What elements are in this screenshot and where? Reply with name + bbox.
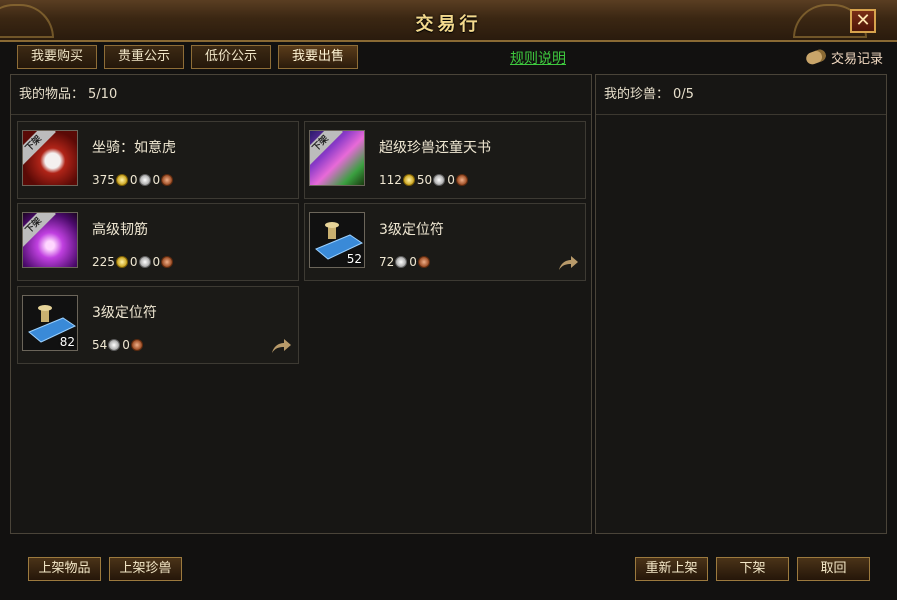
item-slot-locator-talisman[interactable]: 82 3级定位符 54 0 (17, 286, 299, 364)
items-count: 5/10 (88, 87, 118, 102)
gold-coin-icon (115, 174, 128, 186)
item-slot-locator-talisman[interactable]: 52 3级定位符 72 0 (304, 203, 586, 281)
item-price: 72 0 (379, 255, 432, 269)
pets-count: 0/5 (673, 87, 694, 102)
pets-label: 我的珍兽： (604, 87, 670, 102)
silver-coin-icon (395, 256, 408, 268)
silver-amount: 0 (129, 173, 138, 187)
locator-talisman-icon: 82 (22, 295, 78, 351)
silver-coin-icon (138, 174, 151, 186)
item-slot-pet-book[interactable]: 下架 超级珍兽还童天书 112 50 0 (304, 121, 586, 199)
share-arrow-icon[interactable] (557, 254, 579, 272)
withdraw-button[interactable]: 取回 (797, 557, 870, 581)
copper-amount: 0 (152, 173, 161, 187)
locator-talisman-icon: 52 (309, 212, 365, 268)
pets-panel: 我的珍兽： 0/5 (595, 74, 887, 534)
item-name: 高级韧筋 (92, 222, 148, 238)
gold-amount: 375 (92, 173, 115, 187)
item-price: 225 0 0 (92, 255, 175, 269)
gold-coin-icon (115, 256, 128, 268)
copper-coin-icon (130, 339, 143, 351)
items-panel-header: 我的物品： 5/10 (11, 75, 591, 115)
item-quantity: 82 (59, 335, 75, 349)
item-price: 54 0 (92, 338, 145, 352)
gold-coin-icon (402, 174, 415, 186)
silver-coin-icon (108, 339, 121, 351)
trade-records-button[interactable]: 交易记录 (804, 45, 883, 69)
pets-panel-header: 我的珍兽： 0/5 (596, 75, 886, 115)
silver-coin-icon (138, 256, 151, 268)
items-label: 我的物品： (19, 87, 85, 102)
gold-amount: 225 (92, 255, 115, 269)
tendon-icon: 下架 (22, 212, 78, 268)
delist-button[interactable]: 下架 (716, 557, 789, 581)
copper-coin-icon (455, 174, 468, 186)
item-quantity: 52 (346, 252, 362, 266)
item-name: 3级定位符 (92, 305, 157, 321)
copper-amount: 0 (409, 255, 417, 269)
close-button[interactable]: ✕ (850, 9, 876, 33)
copper-amount: 0 (122, 338, 130, 352)
title-bar: 交易行 ✕ (0, 0, 897, 42)
silver-amount: 54 (92, 338, 108, 352)
gold-amount: 112 (379, 173, 402, 187)
pet-book-icon: 下架 (309, 130, 365, 186)
tab-low-price-notice[interactable]: 低价公示 (191, 45, 271, 69)
list-item-button[interactable]: 上架物品 (28, 557, 101, 581)
tiger-mount-icon: 下架 (22, 130, 78, 186)
window-title: 交易行 (415, 14, 482, 35)
copper-coin-icon (417, 256, 430, 268)
silver-coin-icon (433, 174, 446, 186)
tab-sell[interactable]: 我要出售 (278, 45, 358, 69)
tab-valuable-notice[interactable]: 贵重公示 (104, 45, 184, 69)
list-pet-button[interactable]: 上架珍兽 (109, 557, 182, 581)
trade-records-label: 交易记录 (830, 51, 883, 67)
rules-link[interactable]: 规则说明 (510, 48, 566, 68)
item-price: 112 50 0 (379, 173, 470, 187)
scroll-icon (804, 47, 828, 67)
silver-amount: 72 (379, 255, 395, 269)
share-arrow-icon[interactable] (270, 337, 292, 355)
copper-coin-icon (161, 256, 174, 268)
item-price: 375 0 0 (92, 173, 175, 187)
item-slot-tendon[interactable]: 下架 高级韧筋 225 0 0 (17, 203, 299, 281)
copper-amount: 0 (152, 255, 161, 269)
relist-button[interactable]: 重新上架 (635, 557, 708, 581)
tab-buy[interactable]: 我要购买 (17, 45, 97, 69)
silver-amount: 50 (416, 173, 433, 187)
item-name: 3级定位符 (379, 222, 444, 238)
item-name: 坐骑：如意虎 (92, 140, 176, 156)
silver-amount: 0 (129, 255, 138, 269)
copper-amount: 0 (447, 173, 455, 187)
item-slot-tiger-mount[interactable]: 下架 坐骑：如意虎 375 0 0 (17, 121, 299, 199)
copper-coin-icon (161, 174, 174, 186)
item-name: 超级珍兽还童天书 (379, 140, 491, 156)
